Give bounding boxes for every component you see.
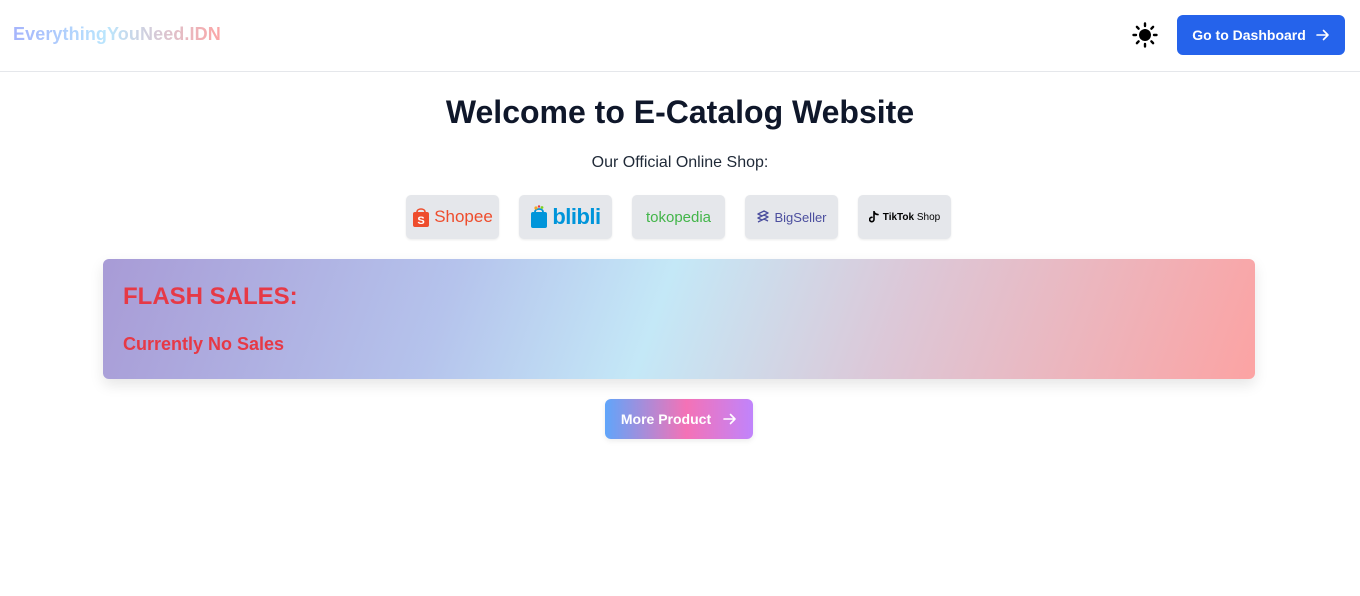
flash-sales-banner: FLASH SALES: Currently No Sales bbox=[103, 259, 1255, 379]
blibli-bag-icon bbox=[531, 205, 548, 228]
page-title: Welcome to E-Catalog Website bbox=[445, 94, 915, 130]
shop-link-tiktok[interactable]: TikTok Shop bbox=[858, 195, 951, 239]
shop-subtitle: Our Official Online Shop: bbox=[591, 154, 769, 171]
dashboard-button-label: Go to Dashboard bbox=[1192, 27, 1306, 43]
shop-list: S Shopee blibli tokopedia BigSeller TikT… bbox=[406, 195, 951, 239]
sun-icon bbox=[1132, 22, 1158, 48]
shop-link-bigseller[interactable]: BigSeller bbox=[745, 195, 838, 239]
arrow-right-icon bbox=[1315, 29, 1329, 41]
tiktok-label-sub: Shop bbox=[916, 211, 941, 223]
shop-label-tokopedia: tokopedia bbox=[645, 208, 712, 226]
tiktok-label-main: TikTok bbox=[882, 211, 915, 223]
flash-sales-status: Currently No Sales bbox=[123, 334, 285, 354]
shop-link-tokopedia[interactable]: tokopedia bbox=[632, 195, 725, 239]
tiktok-icon bbox=[868, 211, 879, 223]
brand-logo[interactable]: EverythingYouNeed.IDN bbox=[13, 24, 221, 45]
shop-label-bigseller: BigSeller bbox=[774, 209, 827, 225]
flash-sales-title: FLASH SALES: bbox=[123, 283, 298, 310]
shop-link-blibli[interactable]: blibli bbox=[519, 195, 612, 239]
shopee-bag-icon: S bbox=[413, 208, 430, 227]
go-to-dashboard-button[interactable]: Go to Dashboard bbox=[1177, 15, 1345, 55]
bigseller-icon bbox=[757, 210, 770, 223]
shop-label-tiktok: TikTok Shop bbox=[883, 212, 940, 223]
svg-text:S: S bbox=[418, 215, 425, 227]
shop-link-shopee[interactable]: S Shopee bbox=[406, 195, 499, 239]
more-product-button[interactable]: More Product bbox=[605, 399, 753, 439]
shop-label-shopee: Shopee bbox=[434, 207, 493, 226]
shop-label-blibli: blibli bbox=[552, 204, 601, 229]
more-product-label: More Product bbox=[620, 411, 712, 427]
theme-toggle-button[interactable] bbox=[1130, 20, 1160, 50]
navbar: EverythingYouNeed.IDN Go to Dashboard bbox=[0, 0, 1360, 72]
arrow-right-icon bbox=[723, 413, 736, 425]
